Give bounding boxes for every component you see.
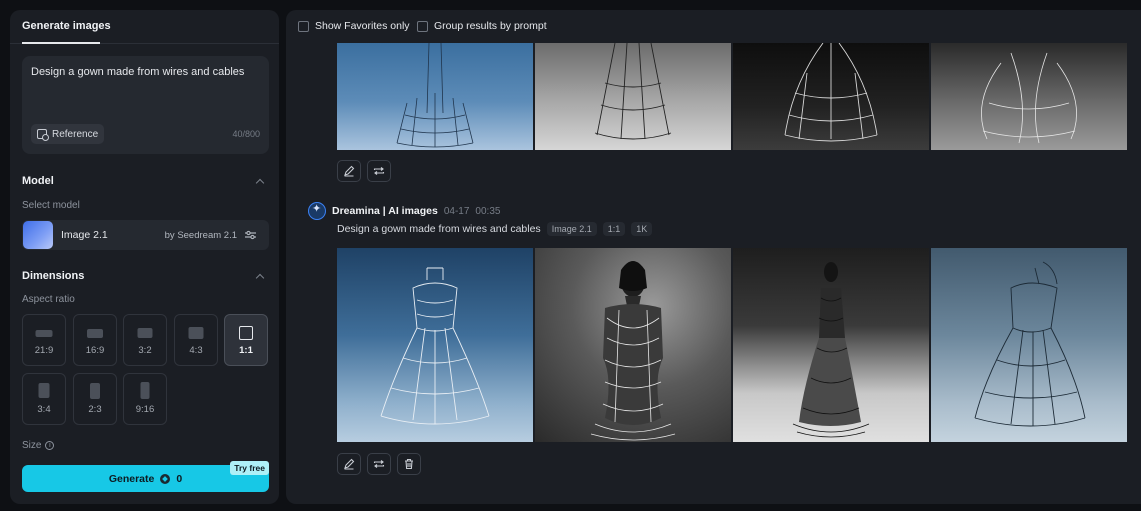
regenerate-button[interactable] [367,160,391,182]
select-model-label: Select model [22,200,80,211]
model-provider: by Seedream 2.1 [164,230,237,241]
aspect-ratio-1-1[interactable]: 1:1 [224,314,268,366]
ratio-shape-icon [239,326,253,340]
ratio-shape-icon [90,383,100,399]
model-name: Image 2.1 [61,229,108,241]
edit-button[interactable] [337,453,361,475]
ratio-label: 21:9 [34,345,54,356]
trash-icon [405,458,413,470]
results-panel: Show Favorites only Group results by pro… [286,10,1141,504]
chevron-up-icon[interactable] [255,273,265,283]
favorites-checkbox[interactable] [298,20,309,32]
ratio-label: 4:3 [189,345,203,356]
resolution-tag: 1K [631,222,653,236]
aspect-ratio-4-3[interactable]: 4:3 [174,314,218,366]
panel-tabs: Generate images [10,10,279,44]
pencil-icon [344,458,355,470]
prompt-input[interactable]: Design a gown made from wires and cables… [22,56,269,154]
ratio-label: 1:1 [239,345,253,356]
active-tab-indicator [22,42,100,44]
ratio-shape-icon [38,383,50,398]
aspect-ratio-3-2[interactable]: 3:2 [123,314,167,366]
group-checkbox[interactable] [417,20,428,32]
generation-prompt[interactable]: Design a gown made from wires and cables [337,223,541,235]
ratio-shape-icon [188,327,204,339]
info-icon[interactable]: i [45,441,55,450]
aspect-ratio-2-3[interactable]: 2:3 [73,373,117,425]
result-image[interactable] [535,248,731,442]
ratio-label: 3:4 [37,404,51,415]
model-thumbnail [23,221,53,249]
delete-button[interactable] [397,453,421,475]
result-image[interactable] [733,43,929,150]
reference-label: Reference [52,128,99,140]
repeat-icon [373,167,385,175]
result-image[interactable] [931,43,1127,150]
date-stamp: 04-17 [443,205,470,217]
try-free-badge: Try free [230,461,269,475]
dreamina-logo-icon [308,202,326,220]
pencil-icon [344,165,355,177]
ratio-shape-icon [87,329,103,338]
ratio-label: 16:9 [85,345,105,356]
model-selector[interactable]: Image 2.1 by Seedream 2.1 [22,220,269,250]
result-image[interactable] [535,43,731,150]
edit-button[interactable] [337,160,361,182]
group-filter[interactable]: Group results by prompt [417,20,547,32]
ratio-tag: 1:1 [602,222,626,236]
favorites-label: Show Favorites only [315,20,410,32]
reference-button[interactable]: Reference [31,124,105,144]
author-name: Dreamina | AI images [332,205,438,217]
generate-label: Generate [108,472,155,485]
generation-header: Dreamina | AI images 04-17 00:35 [308,202,500,220]
size-label: Size [22,440,42,451]
group-label: Group results by prompt [434,20,547,32]
model-tag: Image 2.1 [546,222,597,236]
credit-coin-icon [160,473,171,484]
ratio-shape-icon [35,330,53,337]
generate-cost: 0 [176,472,183,485]
result-actions [337,453,421,475]
ratio-label: 2:3 [88,404,102,415]
tab-generate-images[interactable]: Generate images [22,20,111,32]
aspect-ratio-label: Aspect ratio [22,294,75,305]
result-image[interactable] [337,248,533,442]
settings-sliders-icon[interactable] [245,230,256,240]
aspect-ratio-3-4[interactable]: 3:4 [22,373,66,425]
image-reference-icon [37,129,49,141]
dimensions-section-title: Dimensions [22,270,85,282]
aspect-ratio-16-9[interactable]: 16:9 [73,314,117,366]
favorites-filter[interactable]: Show Favorites only [298,20,410,32]
ratio-label: 9:16 [135,404,155,415]
top-result-actions [337,160,391,182]
ratio-shape-icon [137,328,153,338]
ratio-label: 3:2 [138,345,152,356]
generate-panel: Generate images Design a gown made from … [10,10,279,504]
chevron-up-icon[interactable] [255,178,265,188]
model-section-title: Model [22,175,54,187]
result-image[interactable] [931,248,1127,442]
ratio-shape-icon [140,382,150,399]
result-image[interactable] [337,43,533,150]
generation-prompt-row: Design a gown made from wires and cables… [337,222,653,236]
time-stamp: 00:35 [475,205,501,217]
result-image[interactable] [733,248,929,442]
aspect-ratio-21-9[interactable]: 21:9 [22,314,66,366]
character-count: 40/800 [232,129,260,139]
regenerate-button[interactable] [367,453,391,475]
generate-button[interactable]: Generate 0 Try free [22,461,269,492]
aspect-ratio-9-16[interactable]: 9:16 [123,373,167,425]
repeat-icon [373,460,385,468]
prompt-text[interactable]: Design a gown made from wires and cables [31,66,244,78]
size-row: Size i [22,440,55,451]
